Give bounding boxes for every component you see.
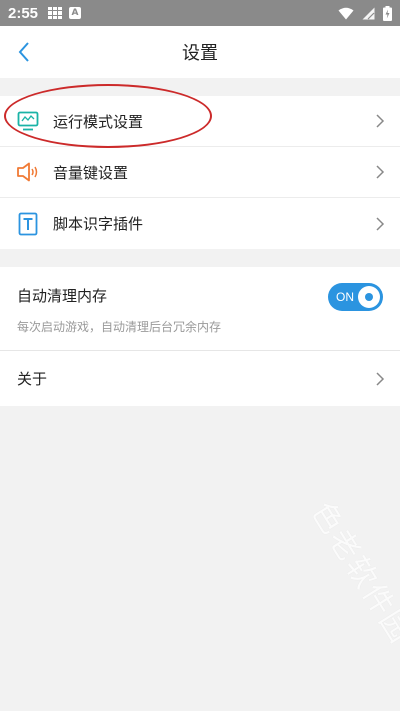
battery-charging-icon	[383, 5, 392, 21]
auto-clean-toggle[interactable]: ON	[328, 283, 383, 311]
chevron-left-icon	[18, 42, 29, 62]
status-right-icons	[338, 0, 392, 26]
settings-item-run-mode[interactable]: 运行模式设置	[0, 96, 400, 147]
chevron-right-icon	[376, 165, 385, 179]
about-item[interactable]: 关于	[0, 351, 400, 406]
back-button[interactable]	[10, 38, 38, 66]
memory-settings: 自动清理内存 每次启动游戏，自动清理后台冗余内存 ON 关于	[0, 267, 400, 406]
chevron-right-icon	[376, 371, 385, 386]
chevron-right-icon	[376, 114, 385, 128]
toggle-knob	[358, 286, 380, 308]
speaker-icon	[16, 160, 40, 184]
settings-item-label: 运行模式设置	[53, 112, 144, 131]
auto-clean-description: 每次启动游戏，自动清理后台冗余内存	[17, 320, 222, 334]
no-sim-icon	[362, 7, 375, 19]
wifi-icon	[338, 7, 354, 19]
status-left-icons: A	[48, 7, 82, 19]
grid-icon	[48, 7, 63, 19]
toggle-state-label: ON	[336, 290, 354, 304]
watermark: 色老软件园	[304, 496, 400, 651]
settings-item-label: 脚本识字插件	[53, 215, 144, 233]
about-label: 关于	[17, 370, 48, 388]
settings-item-volume-key[interactable]: 音量键设置	[0, 147, 400, 198]
monitor-icon	[16, 109, 40, 133]
page-title: 设置	[182, 43, 218, 64]
status-time: 2:55	[8, 4, 39, 22]
settings-list: 运行模式设置 音量键设置 脚本识字插件	[0, 96, 400, 249]
settings-item-ocr-plugin[interactable]: 脚本识字插件	[0, 198, 400, 249]
settings-item-label: 音量键设置	[53, 163, 129, 182]
chevron-right-icon	[376, 216, 385, 231]
status-bar: 2:55 A	[0, 0, 400, 26]
auto-clean-memory-row: 自动清理内存 每次启动游戏，自动清理后台冗余内存 ON	[0, 267, 400, 351]
text-t-icon	[16, 212, 40, 236]
app-header: 设置	[0, 26, 400, 78]
a-icon: A	[69, 7, 82, 19]
